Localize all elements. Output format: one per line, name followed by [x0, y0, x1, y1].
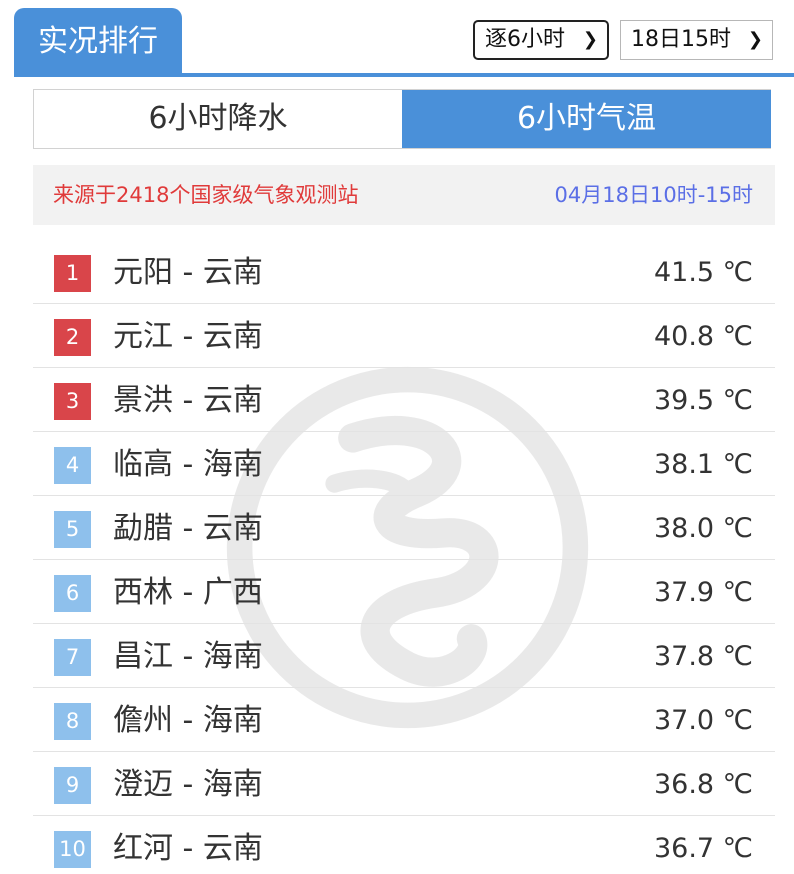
chevron-down-icon: ❯	[747, 29, 763, 50]
station-name: 景洪 - 云南	[113, 383, 263, 418]
ranking-row[interactable]: 9 澄迈 - 海南 36.8 ℃	[33, 752, 775, 816]
rank-badge: 5	[54, 511, 91, 548]
header-bar: 实况排行 逐6小时 ❯ 18日15时 ❯	[0, 0, 794, 78]
time-select[interactable]: 18日15时 ❯	[620, 20, 773, 60]
rank-badge: 8	[54, 703, 91, 740]
temperature-value: 37.0 ℃	[653, 705, 753, 736]
station-name: 儋州 - 海南	[113, 703, 263, 738]
tab-temperature-6h[interactable]: 6小时气温	[402, 90, 771, 148]
rank-badge: 9	[54, 767, 91, 804]
ranking-list: 1 元阳 - 云南 41.5 ℃ 2 元江 - 云南 40.8 ℃ 3 景洪 -…	[33, 240, 775, 874]
station-name: 昌江 - 海南	[113, 639, 263, 674]
time-select-value: 18日15时	[631, 27, 731, 52]
rank-badge: 4	[54, 447, 91, 484]
ranking-row[interactable]: 1 元阳 - 云南 41.5 ℃	[33, 240, 775, 304]
source-bar: 来源于2418个国家级气象观测站 04月18日10时-15时	[33, 165, 775, 225]
temperature-value: 36.8 ℃	[653, 769, 753, 800]
temperature-value: 38.0 ℃	[653, 513, 753, 544]
page-title: 实况排行	[14, 8, 182, 76]
temperature-value: 37.8 ℃	[653, 641, 753, 672]
ranking-row[interactable]: 4 临高 - 海南 38.1 ℃	[33, 432, 775, 496]
tab-precipitation-6h[interactable]: 6小时降水	[34, 90, 402, 148]
station-name: 西林 - 广西	[113, 575, 263, 610]
temperature-value: 36.7 ℃	[653, 833, 753, 864]
source-text: 来源于2418个国家级气象观测站	[53, 183, 359, 207]
station-name: 红河 - 云南	[113, 831, 263, 866]
chevron-down-icon: ❯	[582, 29, 598, 50]
ranking-row[interactable]: 3 景洪 - 云南 39.5 ℃	[33, 368, 775, 432]
temperature-value: 37.9 ℃	[653, 577, 753, 608]
ranking-row[interactable]: 10 红河 - 云南 36.7 ℃	[33, 816, 775, 874]
rank-badge: 7	[54, 639, 91, 676]
rank-badge: 1	[54, 255, 91, 292]
temperature-value: 38.1 ℃	[653, 449, 753, 480]
station-name: 元江 - 云南	[113, 319, 263, 354]
interval-select[interactable]: 逐6小时 ❯	[473, 20, 609, 60]
temperature-value: 41.5 ℃	[653, 257, 753, 288]
station-name: 勐腊 - 云南	[113, 511, 263, 546]
station-name: 临高 - 海南	[113, 447, 263, 482]
temperature-value: 39.5 ℃	[653, 385, 753, 416]
rank-badge: 3	[54, 383, 91, 420]
rank-badge: 2	[54, 319, 91, 356]
station-name: 元阳 - 云南	[113, 255, 263, 290]
rank-badge: 10	[54, 831, 91, 868]
tab-bar: 6小时降水 6小时气温	[33, 89, 771, 149]
temperature-value: 40.8 ℃	[653, 321, 753, 352]
ranking-row[interactable]: 6 西林 - 广西 37.9 ℃	[33, 560, 775, 624]
ranking-row[interactable]: 2 元江 - 云南 40.8 ℃	[33, 304, 775, 368]
ranking-row[interactable]: 5 勐腊 - 云南 38.0 ℃	[33, 496, 775, 560]
ranking-row[interactable]: 7 昌江 - 海南 37.8 ℃	[33, 624, 775, 688]
interval-select-value: 逐6小时	[485, 27, 565, 52]
station-name: 澄迈 - 海南	[113, 767, 263, 802]
period-text: 04月18日10时-15时	[554, 183, 753, 207]
rank-badge: 6	[54, 575, 91, 612]
ranking-row[interactable]: 8 儋州 - 海南 37.0 ℃	[33, 688, 775, 752]
header-divider	[14, 73, 794, 77]
